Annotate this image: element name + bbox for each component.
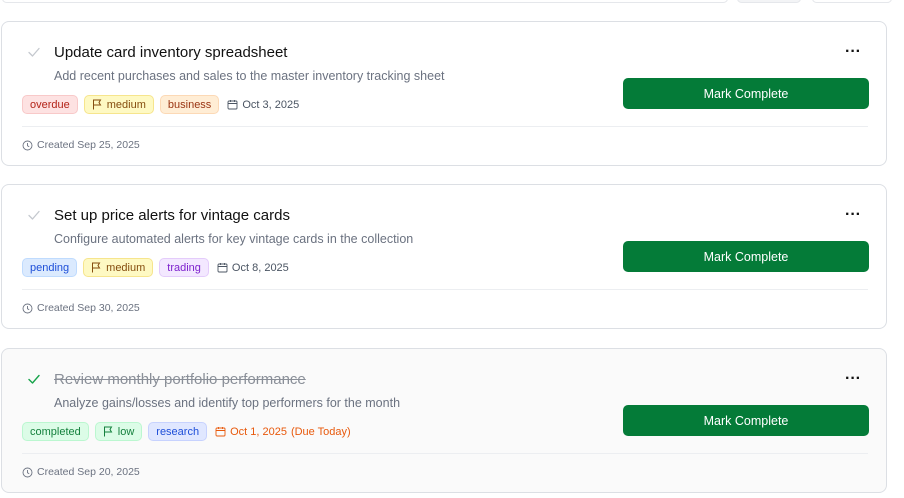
category-badge: trading [159, 258, 209, 277]
task-title: Review monthly portfolio performance [54, 371, 306, 388]
calendar-icon [227, 100, 238, 110]
mark-complete-button[interactable]: Mark Complete [623, 405, 869, 436]
check-icon[interactable] [26, 207, 42, 223]
task-title: Set up price alerts for vintage cards [54, 207, 290, 224]
created-date: Created Sep 30, 2025 [22, 302, 140, 314]
due-date: Oct 8, 2025 [217, 262, 289, 274]
check-icon[interactable] [26, 371, 42, 387]
task-card: Set up price alerts for vintage cards Co… [1, 184, 887, 329]
category-badge: business [159, 95, 220, 114]
created-text: Created Sep 30, 2025 [37, 302, 140, 314]
created-text: Created Sep 25, 2025 [37, 139, 140, 151]
divider [22, 289, 868, 290]
clock-icon [22, 303, 33, 313]
flag-icon [92, 99, 102, 110]
flag-icon [92, 262, 101, 273]
category-badge: research [148, 422, 208, 441]
task-title: Update card inventory spreadsheet [54, 44, 288, 61]
filter-button[interactable] [737, 0, 801, 3]
task-tags: pending medium trading Oct 8, 2025 [22, 258, 289, 277]
created-date: Created Sep 25, 2025 [22, 139, 140, 151]
due-date-text: Oct 3, 2025 [242, 98, 300, 111]
status-badge: pending [22, 258, 78, 277]
divider [22, 126, 868, 127]
calendar-icon [215, 427, 226, 437]
more-horizontal-icon: ··· [845, 206, 861, 223]
more-options-button[interactable]: ··· [844, 371, 862, 387]
created-date: Created Sep 20, 2025 [22, 466, 140, 478]
divider [22, 453, 868, 454]
search-input[interactable] [2, 0, 728, 3]
task-card: Review monthly portfolio performance Ana… [1, 348, 887, 493]
mark-complete-button[interactable]: Mark Complete [623, 241, 869, 272]
mark-complete-button[interactable]: Mark Complete [623, 78, 869, 109]
task-card: Update card inventory spreadsheet Add re… [1, 21, 887, 166]
priority-badge: medium [83, 95, 154, 114]
clock-icon [22, 467, 33, 477]
task-description: Analyze gains/losses and identify top pe… [54, 396, 401, 410]
priority-badge: low [94, 422, 143, 441]
more-options-button[interactable]: ··· [844, 44, 862, 60]
priority-label: medium [106, 261, 146, 274]
status-badge: completed [22, 422, 89, 441]
more-horizontal-icon: ··· [845, 370, 861, 387]
due-date-text: Oct 1, 2025 [230, 425, 287, 438]
created-text: Created Sep 20, 2025 [37, 466, 140, 478]
due-today-note: (Due Today) [290, 425, 351, 438]
due-date-text: Oct 8, 2025 [231, 261, 289, 274]
calendar-icon [217, 263, 228, 273]
task-description: Configure automated alerts for key vinta… [54, 232, 414, 246]
priority-label: medium [106, 98, 146, 111]
clock-icon [22, 140, 33, 150]
task-description: Add recent purchases and sales to the ma… [54, 69, 445, 83]
sort-button[interactable] [812, 0, 892, 3]
priority-badge: medium [83, 258, 154, 277]
more-horizontal-icon: ··· [845, 43, 861, 60]
more-options-button[interactable]: ··· [844, 207, 862, 223]
status-badge: overdue [22, 95, 78, 114]
check-icon[interactable] [26, 44, 42, 60]
due-date: Oct 3, 2025 [227, 99, 299, 111]
flag-icon [103, 426, 113, 437]
task-tags: overdue medium business Oct 3, 2025 [22, 95, 299, 114]
due-date: Oct 1, 2025 (Due Today) [215, 426, 351, 438]
task-tags: completed low research Oct 1, 2025 (Due … [22, 422, 351, 441]
priority-label: low [117, 425, 135, 438]
